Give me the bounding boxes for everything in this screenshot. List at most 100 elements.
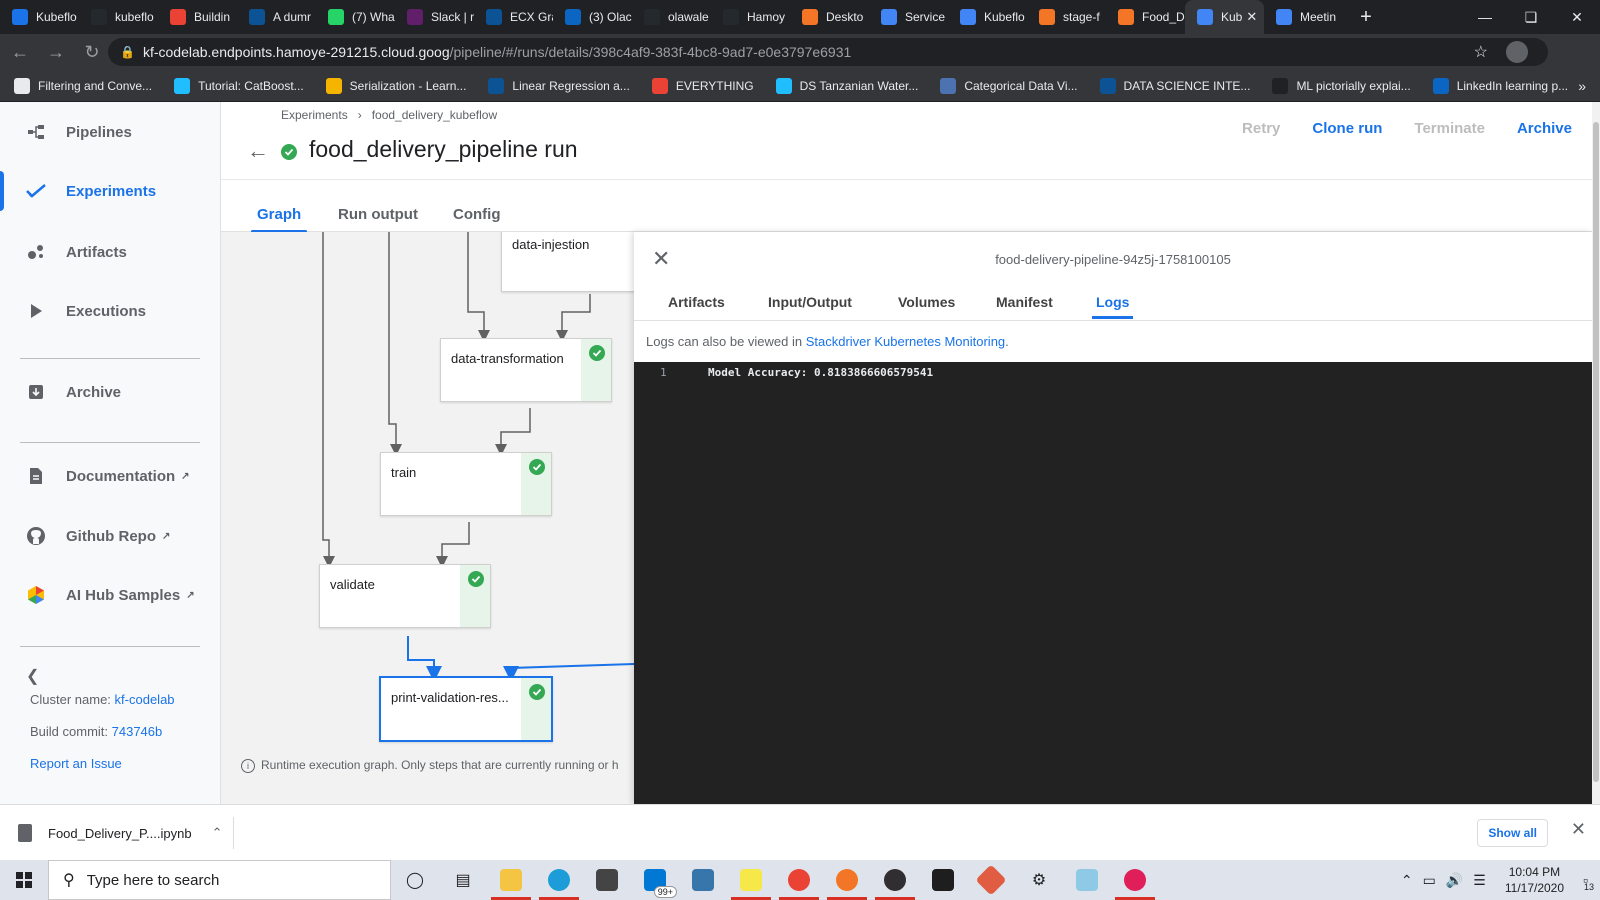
- chrome-icon[interactable]: [775, 860, 823, 900]
- browser-tab[interactable]: (7) Wha: [316, 0, 395, 34]
- profile-avatar[interactable]: [1506, 41, 1528, 63]
- browser-tab[interactable]: ECX Gra: [474, 0, 553, 34]
- sidebar-item-artifacts[interactable]: Artifacts: [0, 228, 220, 276]
- file-explorer-icon[interactable]: [487, 860, 535, 900]
- bookmark-item[interactable]: Linear Regression a...: [488, 77, 630, 94]
- pipeline-graph[interactable]: data-injestion data-transformation train…: [221, 232, 634, 804]
- browser-tab[interactable]: Food_D: [1106, 0, 1185, 34]
- browser-tab[interactable]: kubeflo: [79, 0, 158, 34]
- browser-tab[interactable]: (3) Olac: [553, 0, 632, 34]
- panel-tab-manifest[interactable]: Manifest: [996, 294, 1053, 310]
- build-commit-link[interactable]: 743746b: [112, 724, 163, 739]
- clock[interactable]: 10:04 PM 11/17/2020: [1505, 864, 1564, 896]
- graph-node-train[interactable]: train: [380, 452, 552, 516]
- browser-tab[interactable]: olawale: [632, 0, 711, 34]
- volume-icon[interactable]: 🔊: [1446, 872, 1463, 889]
- bookmark-item[interactable]: Serialization - Learn...: [325, 77, 466, 94]
- graph-node-data-injestion[interactable]: data-injestion: [501, 232, 634, 292]
- new-tab-button[interactable]: +: [1351, 6, 1381, 29]
- back-icon[interactable]: ←: [4, 36, 36, 68]
- bookmark-item[interactable]: Categorical Data Vi...: [940, 77, 1078, 94]
- bookmark-item[interactable]: ML pictorially explai...: [1272, 77, 1411, 94]
- panel-tab-input-output[interactable]: Input/Output: [768, 294, 852, 310]
- close-window-button[interactable]: ✕: [1554, 0, 1600, 34]
- sticky-notes-icon[interactable]: [727, 860, 775, 900]
- panel-tab-volumes[interactable]: Volumes: [898, 294, 955, 310]
- sidebar-item-executions[interactable]: Executions: [0, 287, 220, 335]
- remote-desktop-icon[interactable]: [1063, 860, 1111, 900]
- close-tab-icon[interactable]: ✕: [1246, 9, 1257, 25]
- slack-icon[interactable]: [1111, 860, 1159, 900]
- back-arrow-icon[interactable]: ←: [247, 138, 269, 164]
- panel-tab-logs[interactable]: Logs: [1091, 294, 1134, 319]
- terminate-button[interactable]: Terminate: [1414, 120, 1485, 137]
- wifi-icon[interactable]: ☰: [1473, 872, 1486, 889]
- tab-graph[interactable]: Graph: [250, 206, 308, 233]
- browser-tab[interactable]: Hamoy: [711, 0, 790, 34]
- reload-icon[interactable]: ↻: [76, 36, 108, 68]
- minimize-button[interactable]: —: [1462, 0, 1508, 34]
- sidebar-item-documentation[interactable]: Documentation ↗: [0, 452, 220, 500]
- forward-icon[interactable]: →: [40, 36, 72, 68]
- graph-node-data-transformation[interactable]: data-transformation: [440, 338, 612, 402]
- maximize-button[interactable]: ❏: [1508, 0, 1554, 34]
- panel-tab-artifacts[interactable]: Artifacts: [668, 294, 725, 310]
- log-viewer[interactable]: 1 Model Accuracy: 0.8183866606579541: [634, 362, 1592, 804]
- tab-config[interactable]: Config: [453, 206, 500, 223]
- bookmarks-overflow-icon[interactable]: »: [1578, 78, 1586, 94]
- taskbar-search-input[interactable]: ⚲ Type here to search: [48, 860, 391, 900]
- edge-icon[interactable]: [535, 860, 583, 900]
- bookmark-item[interactable]: DS Tanzanian Water...: [775, 77, 918, 94]
- graph-node-print-validation-result[interactable]: print-validation-res...: [379, 676, 553, 742]
- browser-tab[interactable]: Kub ✕: [1185, 0, 1264, 34]
- browser-tab[interactable]: Kubeflo: [0, 0, 79, 34]
- close-downloads-icon[interactable]: ✕: [1571, 819, 1586, 840]
- sidebar-item-archive[interactable]: Archive: [0, 368, 220, 416]
- bookmark-item[interactable]: Tutorial: CatBoost...: [174, 77, 304, 94]
- store-icon[interactable]: [583, 860, 631, 900]
- address-bar[interactable]: 🔒 kf-codelab.endpoints.hamoye-291215.clo…: [108, 38, 1548, 66]
- obs-icon[interactable]: [871, 860, 919, 900]
- settings-icon[interactable]: ⚙: [1015, 860, 1063, 900]
- chevron-up-icon[interactable]: ⌃: [1401, 872, 1413, 889]
- task-view-icon[interactable]: ▤: [439, 860, 487, 900]
- sidebar-item-ai-hub-samples[interactable]: AI Hub Samples ↗: [0, 571, 220, 619]
- sidebar-item-github-repo[interactable]: Github Repo ↗: [0, 512, 220, 560]
- chevron-up-icon[interactable]: ⌃: [212, 825, 223, 841]
- terminal-icon[interactable]: [919, 860, 967, 900]
- archive-button[interactable]: Archive: [1517, 120, 1572, 137]
- download-item[interactable]: Food_Delivery_P....ipynb ⌃: [18, 817, 234, 849]
- cluster-name-link[interactable]: kf-codelab: [115, 692, 175, 707]
- git-kraken-icon[interactable]: [967, 860, 1015, 900]
- browser-tab[interactable]: A dumr: [237, 0, 316, 34]
- browser-tab[interactable]: Kubeflo: [948, 0, 1027, 34]
- breadcrumb-experiments[interactable]: Experiments: [281, 108, 348, 122]
- jupyter-icon[interactable]: [823, 860, 871, 900]
- windows-start-icon[interactable]: [0, 860, 48, 900]
- browser-tab[interactable]: Buildin: [158, 0, 237, 34]
- sidebar-item-pipelines[interactable]: Pipelines: [0, 108, 220, 156]
- bookmark-item[interactable]: DATA SCIENCE INTE...: [1099, 77, 1250, 94]
- bookmark-item[interactable]: EVERYTHING: [651, 77, 754, 94]
- sidebar-item-experiments[interactable]: Experiments: [0, 167, 220, 215]
- bookmark-item[interactable]: Filtering and Conve...: [14, 77, 152, 94]
- python-icon[interactable]: [679, 860, 727, 900]
- stackdriver-link[interactable]: Stackdriver Kubernetes Monitoring: [806, 334, 1005, 349]
- bookmark-item[interactable]: LinkedIn learning p...: [1432, 77, 1568, 94]
- browser-tab[interactable]: stage-f: [1027, 0, 1106, 34]
- browser-tab[interactable]: Service: [869, 0, 948, 34]
- graph-node-validate[interactable]: validate: [319, 564, 491, 628]
- collapse-sidebar-icon[interactable]: ❮: [26, 666, 39, 686]
- report-issue-link[interactable]: Report an Issue: [30, 756, 122, 771]
- breadcrumb-experiment-name[interactable]: food_delivery_kubeflow: [372, 108, 497, 122]
- page-scrollbar[interactable]: [1592, 102, 1600, 804]
- clone-run-button[interactable]: Clone run: [1312, 120, 1382, 137]
- browser-tab[interactable]: Slack | r: [395, 0, 474, 34]
- mail-icon[interactable]: 99+: [631, 860, 679, 900]
- tab-run-output[interactable]: Run output: [338, 206, 418, 223]
- notification-center-icon[interactable]: ▫ 13: [1583, 872, 1594, 892]
- retry-button[interactable]: Retry: [1242, 120, 1280, 137]
- scrollbar-thumb[interactable]: [1593, 122, 1599, 782]
- browser-tab[interactable]: Meetin: [1264, 0, 1343, 34]
- battery-icon[interactable]: ▭: [1423, 872, 1436, 889]
